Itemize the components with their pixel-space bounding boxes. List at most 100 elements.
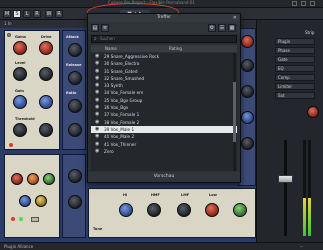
threshold-knob[interactable] (13, 123, 27, 137)
gain-knob[interactable] (13, 41, 27, 55)
scroll-thumb[interactable] (233, 82, 236, 142)
preset-list-item[interactable]: ◉ 31 Snare_Gated (91, 68, 237, 75)
label-tone: Tone (93, 227, 103, 231)
preset-name: 30 Snare_Electro (104, 61, 140, 67)
comp-knob-2[interactable] (27, 173, 39, 185)
folder-icon[interactable]: ▤ (91, 24, 99, 32)
side-knob-4[interactable] (241, 111, 254, 124)
preset-list-item[interactable]: ◉ 40 Vox_Male 2 (91, 133, 237, 140)
bypass-button[interactable] (31, 217, 39, 222)
preset-list-item[interactable]: ◉ 38 Vox_Female 2 (91, 119, 237, 126)
label-hmf: HMF (151, 193, 160, 197)
side-knob-5[interactable] (241, 137, 254, 150)
toolbar-button-4[interactable]: R (33, 10, 41, 18)
comp-knob-3[interactable] (43, 173, 55, 185)
side-knob-2[interactable] (241, 59, 254, 72)
level-meter-left (303, 140, 306, 236)
tone-knob[interactable] (39, 95, 53, 109)
attack-knob[interactable] (68, 43, 82, 57)
preamp-module: Gains Drive Level Gain Threshold (4, 30, 60, 150)
hi-knob[interactable] (119, 203, 133, 217)
label-threshold: Threshold (15, 117, 35, 121)
column-rating[interactable]: Rating (169, 45, 182, 52)
maximize-icon[interactable] (301, 1, 306, 6)
close-icon[interactable] (310, 1, 315, 6)
toolbar-button-6[interactable]: R (55, 10, 63, 18)
minimize-icon[interactable] (292, 1, 297, 6)
preset-list-item[interactable]: ◉ 39 Vox_Male 1 (91, 125, 237, 134)
list-view-icon[interactable]: ☰ (218, 24, 226, 32)
search-input[interactable]: ⌕ Suchen (91, 35, 237, 43)
comp-knob-1[interactable] (11, 173, 23, 185)
toolbar-button-1[interactable]: M (3, 10, 11, 18)
label-low: Low (209, 193, 217, 197)
toolbar-button-5[interactable]: W (45, 10, 53, 18)
level-knob[interactable] (13, 67, 27, 81)
meter-fill (308, 198, 311, 236)
insert-slot[interactable]: Gate (275, 56, 315, 63)
insert-slot[interactable]: EQ (275, 65, 315, 72)
preset-list-item[interactable]: ◉ Zero (91, 148, 237, 155)
preset-list-item[interactable]: ◉ 36 Vox_Bgv (91, 104, 237, 111)
preset-list-item[interactable]: ◉ 29 Snare_Aggressive Rock (91, 53, 237, 60)
insert-slot[interactable]: Comp (275, 74, 315, 81)
filter-icon[interactable]: ≡ (101, 24, 109, 32)
preset-name: 35 Vox_Bgv Group (104, 97, 143, 103)
insert-slot[interactable]: Phase (275, 47, 315, 54)
preview-button[interactable]: Vorschau (88, 172, 240, 182)
eq-lower-module (62, 154, 86, 238)
toolbar-button-2[interactable]: S (13, 10, 21, 18)
comp-knob-4[interactable] (19, 195, 31, 207)
close-icon[interactable]: ✕ (233, 15, 237, 21)
label-hi: Hi (123, 193, 128, 197)
preset-list-item[interactable]: ◉ 33 Synth (91, 82, 237, 89)
lmf-knob[interactable] (177, 203, 191, 217)
preset-name: 31 Snare_Gated (104, 68, 138, 74)
gain-knob-2[interactable] (13, 95, 27, 109)
ratio-knob-2[interactable] (68, 99, 82, 113)
preset-icon: ◉ (95, 133, 100, 140)
side-knob-3[interactable] (241, 85, 254, 98)
column-name[interactable]: Name (105, 45, 117, 52)
output-knob[interactable] (39, 67, 53, 81)
grid-view-icon[interactable]: ▦ (228, 24, 236, 32)
preset-name: 33 Synth (104, 83, 123, 89)
preset-list-item[interactable]: ◉ 30 Snare_Electro (91, 60, 237, 67)
settings-icon[interactable]: ⚙ (208, 24, 216, 32)
hmf-knob[interactable] (147, 203, 161, 217)
preset-list-item[interactable]: ◉ 37 Vox_Female 1 (91, 111, 237, 118)
volume-fader-track[interactable] (284, 140, 287, 236)
ratio-knob[interactable] (39, 123, 53, 137)
preset-list-item[interactable]: ◉ 34 Vox_Female em (91, 89, 237, 96)
label-ratio: Ratio (66, 91, 77, 95)
preset-list-item[interactable]: ◉ 32 Snare_Smashed (91, 75, 237, 82)
eq-knob-1[interactable] (68, 169, 82, 183)
preset-name: 40 Vox_Male 2 (104, 134, 135, 140)
out-knob[interactable] (233, 203, 247, 217)
insert-slot[interactable]: Limiter (275, 83, 315, 90)
release-knob[interactable] (68, 71, 82, 85)
status-bar: Plugin Alliance -- (0, 242, 323, 250)
status-right: -- (300, 244, 303, 249)
insert-slot[interactable]: Plugin (275, 38, 315, 45)
preset-icon: ◉ (95, 67, 100, 74)
preset-list-item[interactable]: ◉ 35 Vox_Bgv Group (91, 97, 237, 104)
makeup-knob[interactable] (68, 123, 82, 137)
low-knob[interactable] (205, 203, 219, 217)
eq-module: Attack Release Ratio (62, 30, 86, 150)
pan-knob[interactable] (307, 106, 319, 118)
preset-name: 32 Snare_Smashed (104, 75, 145, 81)
eq-knob-2[interactable] (68, 195, 82, 209)
insert-slot[interactable]: Sat (275, 92, 315, 99)
preset-icon: ◉ (95, 104, 100, 111)
side-knob-1[interactable] (241, 35, 254, 48)
toolbar-button-3[interactable]: L (23, 10, 31, 18)
list-scrollbar[interactable] (233, 53, 236, 171)
preset-name: 29 Snare_Aggressive Rock (104, 54, 160, 59)
preset-list-item[interactable]: ◉ 41 Vox_Thinner (91, 141, 237, 148)
volume-fader[interactable] (278, 175, 293, 183)
drive-knob[interactable] (39, 41, 53, 55)
level-meter-right (308, 140, 311, 236)
browser-toolbar: ▤ ≡ ⚙ ☰ ▦ (88, 22, 240, 34)
comp-knob-5[interactable] (35, 195, 47, 207)
